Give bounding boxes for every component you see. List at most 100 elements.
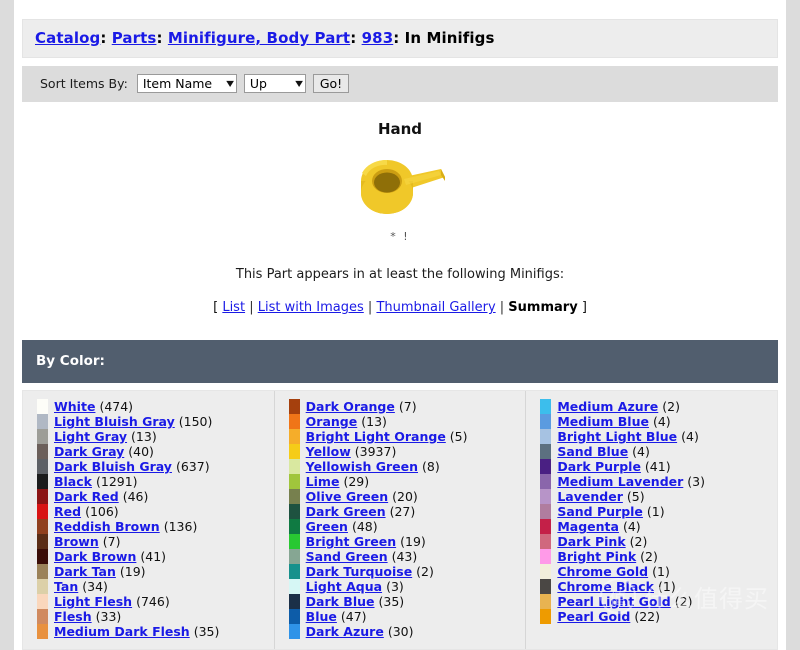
color-row: Chrome Gold (1) — [540, 564, 777, 579]
color-link[interactable]: Dark Orange — [306, 399, 395, 414]
color-row: Dark Azure (30) — [288, 624, 526, 639]
color-link[interactable]: Brown — [54, 534, 99, 549]
color-link[interactable]: Lime — [306, 474, 340, 489]
color-row: Olive Green (20) — [288, 489, 526, 504]
color-row: Pearl Light Gold (2) — [540, 594, 777, 609]
color-count: (474) — [99, 399, 134, 414]
color-link[interactable]: Light Bluish Gray — [54, 414, 175, 429]
color-swatch-icon — [540, 414, 552, 429]
color-link[interactable]: Chrome Black — [557, 579, 654, 594]
breadcrumb-item-3[interactable]: Minifigure, Body Part — [168, 29, 350, 47]
color-column-2: Dark Orange (7) Orange (13) Bright Light Ora… — [273, 391, 526, 649]
color-swatch-icon — [37, 624, 48, 639]
view-link-separator: | — [363, 300, 377, 315]
color-link[interactable]: Red — [54, 504, 81, 519]
color-swatch-icon — [37, 549, 48, 564]
color-link[interactable]: Reddish Brown — [54, 519, 160, 534]
color-link[interactable]: Lavender — [557, 489, 623, 504]
color-link[interactable]: Medium Azure — [557, 399, 658, 414]
color-swatch-icon — [288, 474, 300, 489]
color-link[interactable]: Dark Bluish Gray — [54, 459, 172, 474]
color-link[interactable]: Dark Gray — [54, 444, 124, 459]
color-count: (7) — [102, 534, 121, 549]
color-link[interactable]: Bright Green — [306, 534, 396, 549]
by-color-columns: White (474) Light Bluish Gray (150) Light Gr… — [22, 390, 778, 650]
color-link[interactable]: Black — [54, 474, 92, 489]
view-link-list[interactable]: List — [222, 300, 245, 315]
color-link[interactable]: Orange — [306, 414, 358, 429]
view-link-items: List | List with Images | Thumbnail Gall… — [222, 300, 577, 315]
sort-field-select[interactable]: Item Name ▼ — [136, 74, 237, 93]
color-row: Pearl Gold (22) — [540, 609, 777, 624]
color-link[interactable]: Dark Red — [54, 489, 119, 504]
color-swatch-icon — [288, 624, 300, 639]
color-link[interactable]: Dark Green — [306, 504, 386, 519]
part-image[interactable] — [14, 150, 786, 222]
color-link[interactable]: Dark Purple — [557, 459, 641, 474]
color-link[interactable]: Pearl Light Gold — [557, 594, 670, 609]
color-swatch-icon — [540, 609, 552, 624]
color-link[interactable]: Dark Turquoise — [306, 564, 413, 579]
color-swatch-icon — [37, 519, 48, 534]
color-row: Dark Red (46) — [37, 489, 274, 504]
view-link-thumbnail-gallery[interactable]: Thumbnail Gallery — [376, 300, 495, 315]
color-count: (746) — [136, 594, 170, 609]
color-row: Lime (29) — [288, 474, 526, 489]
color-link[interactable]: White — [54, 399, 95, 414]
color-count: (7) — [398, 399, 417, 414]
color-link[interactable]: Dark Azure — [306, 624, 384, 639]
color-link[interactable]: Magenta — [557, 519, 619, 534]
color-link[interactable]: Sand Green — [306, 549, 388, 564]
color-link[interactable]: Light Flesh — [54, 594, 132, 609]
breadcrumb-item-1[interactable]: Catalog — [35, 29, 100, 47]
color-link[interactable]: Bright Light Blue — [557, 429, 677, 444]
color-link[interactable]: Sand Purple — [557, 504, 643, 519]
color-link[interactable]: Medium Dark Flesh — [54, 624, 190, 639]
color-row: Yellow (3937) — [288, 444, 526, 459]
color-row: Bright Light Blue (4) — [540, 429, 777, 444]
color-swatch-icon — [288, 534, 300, 549]
color-count: (2) — [640, 549, 658, 564]
color-column-3: Medium Azure (2) Medium Blue (4) Bright Ligh… — [525, 391, 777, 649]
breadcrumb-item-2[interactable]: Parts — [112, 29, 157, 47]
color-count: (43) — [391, 549, 418, 564]
color-link[interactable]: Pearl Gold — [557, 609, 630, 624]
color-row: Dark Green (27) — [288, 504, 526, 519]
color-link[interactable]: Chrome Gold — [557, 564, 648, 579]
color-swatch-icon — [37, 504, 48, 519]
view-link-list-with-images[interactable]: List with Images — [258, 300, 364, 315]
breadcrumb: Catalog: Parts: Minifigure, Body Part: 9… — [22, 19, 778, 58]
color-link[interactable]: Dark Pink — [557, 534, 625, 549]
color-link[interactable]: Light Aqua — [306, 579, 382, 594]
view-link-summary: Summary — [508, 300, 578, 315]
color-link[interactable]: Blue — [306, 609, 337, 624]
color-swatch-icon — [288, 504, 300, 519]
go-button[interactable]: Go! — [312, 74, 350, 93]
color-swatch-icon — [37, 564, 48, 579]
color-count: (40) — [128, 444, 154, 459]
sort-direction-select[interactable]: Up ▼ — [243, 74, 306, 93]
color-count: (3) — [386, 579, 404, 594]
color-row: Yellowish Green (8) — [288, 459, 526, 474]
color-link[interactable]: Bright Light Orange — [306, 429, 446, 444]
view-link-separator: | — [495, 300, 509, 315]
color-link[interactable]: Olive Green — [306, 489, 388, 504]
color-link[interactable]: Light Gray — [54, 429, 127, 444]
color-link[interactable]: Dark Tan — [54, 564, 116, 579]
color-swatch-icon — [288, 579, 300, 594]
color-link[interactable]: Dark Blue — [306, 594, 375, 609]
color-link[interactable]: Flesh — [54, 609, 92, 624]
color-link[interactable]: Bright Pink — [557, 549, 636, 564]
color-link[interactable]: Yellow — [306, 444, 351, 459]
color-link[interactable]: Yellowish Green — [306, 459, 418, 474]
color-link[interactable]: Green — [306, 519, 348, 534]
color-link[interactable]: Dark Brown — [54, 549, 136, 564]
breadcrumb-item-4[interactable]: 983 — [362, 29, 394, 47]
bracket-open: [ — [213, 300, 219, 315]
color-link[interactable]: Medium Lavender — [557, 474, 683, 489]
color-link[interactable]: Sand Blue — [557, 444, 628, 459]
color-row: Dark Pink (2) — [540, 534, 777, 549]
color-link[interactable]: Tan — [54, 579, 78, 594]
color-link[interactable]: Medium Blue — [557, 414, 649, 429]
minifigure-hand-icon — [361, 159, 445, 214]
